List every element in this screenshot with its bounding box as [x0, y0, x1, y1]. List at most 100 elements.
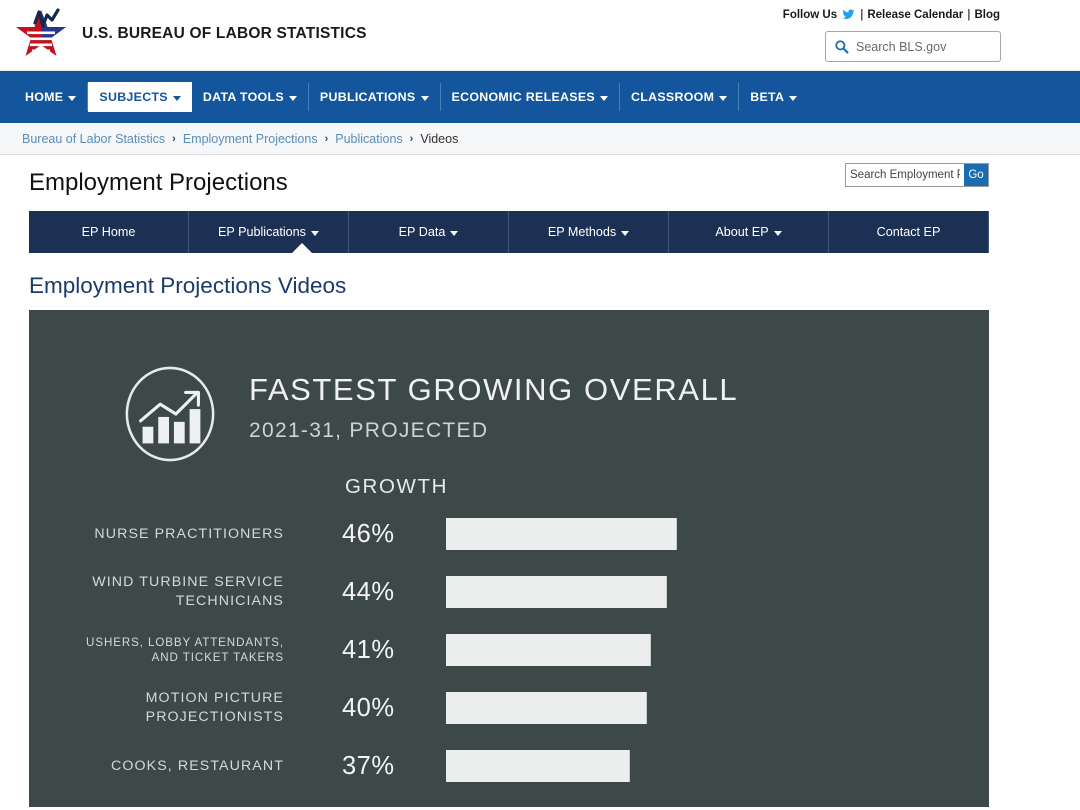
occupation-label: WIND TURBINE SERVICE TECHNICIANS — [92, 574, 284, 609]
nav-item-economic-releases[interactable]: ECONOMIC RELEASES — [441, 83, 620, 111]
tab-label: EP Data — [398, 225, 446, 239]
chevron-down-icon — [789, 95, 798, 101]
section-search-box[interactable]: Go — [845, 163, 989, 187]
tab-label: EP Methods — [547, 225, 617, 239]
chevron-down-icon — [450, 231, 459, 236]
growth-chart-circle-icon — [125, 366, 215, 462]
tab-ep-home[interactable]: EP Home — [29, 211, 189, 253]
infographic-titles: FASTEST GROWING OVERALL 2021-31, PROJECT… — [249, 362, 738, 443]
site-header: U.S. BUREAU OF LABOR STATISTICS Follow U… — [0, 0, 1080, 71]
follow-us-label: Follow Us — [782, 8, 838, 21]
nav-label: ECONOMIC RELEASES — [451, 90, 595, 104]
chevron-down-icon — [599, 95, 608, 101]
breadcrumb-separator-icon: › — [409, 132, 414, 145]
utility-links: Follow Us | Release Calendar | Blog — [783, 8, 1000, 21]
breadcrumb-separator-icon: › — [324, 132, 329, 145]
growth-value: 44% — [342, 577, 395, 606]
video-player[interactable]: FASTEST GROWING OVERALL 2021-31, PROJECT… — [29, 310, 989, 807]
page-title-row: Employment Projections Go — [29, 155, 990, 211]
ep-tab-bar: EP Home EP Publications EP Data EP Metho… — [29, 211, 989, 254]
chart-row: WIND TURBINE SERVICE TECHNICIANS 44% — [29, 563, 989, 621]
nav-item-subjects[interactable]: SUBJECTS — [88, 82, 192, 112]
nav-label: HOME — [25, 90, 64, 104]
chevron-down-icon — [172, 95, 181, 101]
bls-search-box[interactable] — [825, 31, 1001, 62]
nav-item-data-tools[interactable]: DATA TOOLS — [192, 83, 309, 111]
breadcrumb-item-publications[interactable]: Publications — [335, 132, 402, 146]
tab-ep-publications[interactable]: EP Publications — [189, 211, 349, 253]
growth-bar — [446, 634, 651, 666]
nav-label: BETA — [750, 90, 785, 104]
chart-row: USHERS, LOBBY ATTENDANTS, AND TICKET TAK… — [29, 621, 989, 679]
nav-label: DATA TOOLS — [202, 90, 284, 104]
bar-track — [446, 750, 630, 782]
growth-bar — [446, 576, 667, 608]
utility-separator-1: | — [860, 8, 864, 21]
tab-about-ep[interactable]: About EP — [669, 211, 829, 253]
occupation-label: NURSE PRACTITIONERS — [94, 525, 284, 542]
breadcrumb-item-videos: Videos — [420, 131, 459, 146]
nav-item-publications[interactable]: PUBLICATIONS — [309, 83, 441, 111]
twitter-bird-icon[interactable] — [841, 8, 856, 21]
tab-label: EP Home — [81, 225, 136, 239]
infographic-header: FASTEST GROWING OVERALL 2021-31, PROJECT… — [121, 362, 738, 464]
growth-bar — [446, 750, 630, 782]
content-heading: Employment Projections Videos — [29, 273, 347, 298]
main-navigation: HOME SUBJECTS DATA TOOLS PUBLICATIONS EC… — [0, 71, 1080, 123]
brand-title: U.S. BUREAU OF LABOR STATISTICS — [82, 25, 367, 42]
tab-contact-ep[interactable]: Contact EP — [829, 211, 989, 253]
nav-item-classroom[interactable]: CLASSROOM — [620, 83, 740, 111]
bls-brand[interactable]: U.S. BUREAU OF LABOR STATISTICS — [14, 6, 367, 62]
occupation-label: MOTION PICTURE PROJECTIONISTS — [145, 690, 284, 725]
search-magnifier-icon — [835, 40, 849, 54]
tab-ep-data[interactable]: EP Data — [349, 211, 509, 253]
section-search-go-button[interactable]: Go — [964, 164, 988, 186]
breadcrumb-separator-icon: › — [172, 132, 176, 145]
chart-row: COOKS, RESTAURANT 37% — [29, 737, 989, 795]
nav-item-beta[interactable]: BETA — [739, 83, 808, 111]
bar-track — [446, 518, 677, 550]
infographic-subtitle: 2021-31, PROJECTED — [249, 418, 489, 442]
bls-star-logo — [16, 8, 66, 56]
breadcrumb-item-employment-projections[interactable]: Employment Projections — [183, 132, 318, 146]
chevron-down-icon — [420, 95, 429, 101]
release-calendar-link[interactable]: Release Calendar — [867, 9, 963, 21]
occupation-label: COOKS, RESTAURANT — [111, 757, 284, 774]
tab-label: Contact EP — [876, 225, 941, 239]
page-content: Employment Projections Go EP Home EP Pub… — [0, 155, 990, 807]
growth-bar — [446, 692, 647, 724]
bar-track — [446, 634, 651, 666]
utility-separator-2: | — [967, 8, 971, 21]
chart-row: MOTION PICTURE PROJECTIONISTS 40% — [29, 679, 989, 737]
tab-ep-methods[interactable]: EP Methods — [509, 211, 669, 253]
tab-label: EP Publications — [218, 225, 306, 239]
nav-label: SUBJECTS — [99, 90, 168, 104]
growth-bar — [446, 518, 677, 550]
growth-value: 41% — [342, 635, 395, 664]
chevron-down-icon — [621, 231, 630, 236]
chart-row: NURSE PRACTITIONERS 46% — [29, 505, 989, 563]
chevron-down-icon — [719, 95, 728, 101]
growth-column-header: GROWTH — [345, 475, 448, 498]
search-input[interactable] — [856, 39, 992, 54]
nav-label: PUBLICATIONS — [319, 90, 416, 104]
growth-value: 40% — [342, 693, 395, 722]
active-tab-pointer-icon — [291, 243, 313, 254]
page-title: Employment Projections — [29, 169, 288, 196]
chevron-down-icon — [288, 95, 297, 101]
blog-link[interactable]: Blog — [974, 9, 1000, 21]
chevron-down-icon — [68, 95, 77, 101]
occupation-label: USHERS, LOBBY ATTENDANTS, AND TICKET TAK… — [86, 635, 284, 664]
breadcrumb: Bureau of Labor Statistics › Employment … — [0, 123, 1080, 155]
bar-track — [446, 692, 647, 724]
chart-rows: NURSE PRACTITIONERS 46% WIND TURBINE SER… — [29, 505, 989, 795]
infographic-title: FASTEST GROWING OVERALL — [249, 372, 739, 407]
bar-track — [446, 576, 667, 608]
chevron-down-icon — [773, 231, 782, 236]
nav-item-home[interactable]: HOME — [14, 83, 89, 111]
chevron-down-icon — [310, 231, 319, 236]
tab-label: About EP — [715, 225, 769, 239]
breadcrumb-item-bls[interactable]: Bureau of Labor Statistics — [22, 132, 165, 146]
section-search-input[interactable] — [846, 164, 964, 186]
growth-value: 46% — [342, 519, 395, 548]
